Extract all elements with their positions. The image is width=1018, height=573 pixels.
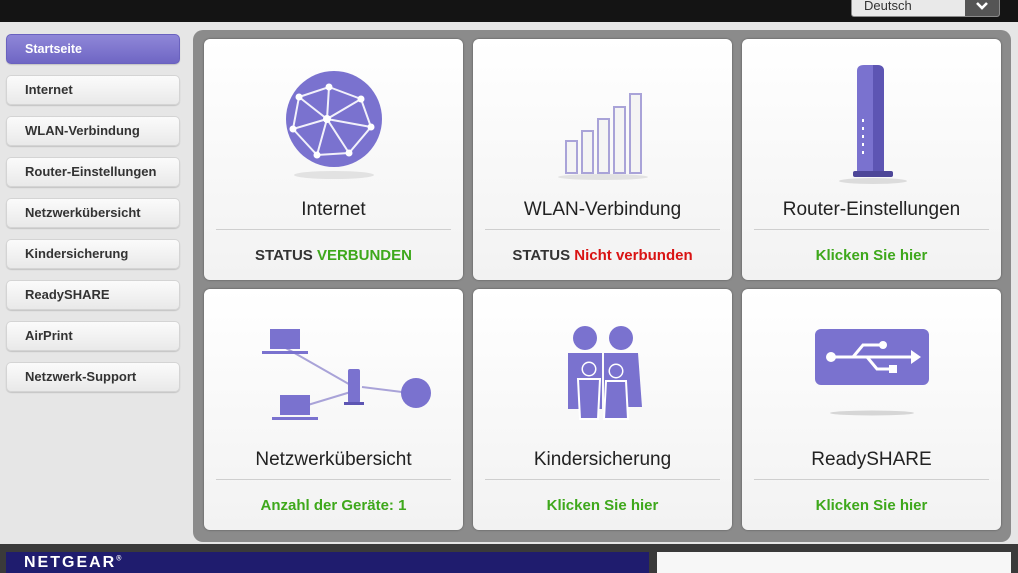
sidebar-item-wlan[interactable]: WLAN-Verbindung — [6, 116, 180, 146]
registered-mark: ® — [116, 555, 122, 563]
footer-panel — [657, 552, 1011, 573]
tile-status: STATUS Nicht verbunden — [473, 247, 732, 264]
tile-readyshare[interactable]: ReadySHARE Klicken Sie hier — [742, 289, 1001, 530]
tile-divider — [754, 479, 989, 480]
tile-divider — [485, 479, 720, 480]
dashboard-panel: Internet STATUS VERBUNDEN WLAN-Verbindun… — [193, 30, 1011, 542]
tile-wlan[interactable]: WLAN-Verbindung STATUS Nicht verbunden — [473, 39, 732, 280]
sidebar-item-parental-controls[interactable]: Kindersicherung — [6, 239, 180, 269]
tile-title: Internet — [301, 199, 366, 220]
tile-link[interactable]: Klicken Sie hier — [473, 497, 732, 514]
tile-status: STATUS VERBUNDEN — [204, 247, 463, 264]
tile-divider — [754, 229, 989, 230]
language-select[interactable]: Deutsch — [851, 0, 1000, 17]
tile-divider — [485, 229, 720, 230]
tile-title: WLAN-Verbindung — [523, 199, 682, 220]
family-icon — [473, 307, 732, 437]
chevron-down-icon[interactable] — [965, 0, 999, 16]
tile-divider — [216, 229, 451, 230]
status-label: STATUS — [512, 247, 571, 264]
tile-divider — [216, 479, 451, 480]
tile-link[interactable]: Klicken Sie hier — [742, 497, 1001, 514]
signal-strength-icon — [473, 57, 732, 187]
top-bar: Deutsch — [0, 0, 1018, 22]
brand-bar: NETGEAR® — [6, 552, 649, 573]
tile-title: Netzwerkübersicht — [255, 449, 412, 470]
tile-link[interactable]: Klicken Sie hier — [742, 247, 1001, 264]
sidebar-item-internet[interactable]: Internet — [6, 75, 180, 105]
sidebar-item-network-map[interactable]: Netzwerkübersicht — [6, 198, 180, 228]
sidebar-item-network-support[interactable]: Netzwerk-Support — [6, 362, 180, 392]
network-map-icon — [204, 307, 463, 437]
sidebar-item-router-settings[interactable]: Router-Einstellungen — [6, 157, 180, 187]
tile-parental-controls[interactable]: Kindersicherung Klicken Sie hier — [473, 289, 732, 530]
device-count[interactable]: Anzahl der Geräte: 1 — [204, 497, 463, 514]
tile-title: Kindersicherung — [533, 449, 672, 470]
tile-internet[interactable]: Internet STATUS VERBUNDEN — [204, 39, 463, 280]
usb-icon — [742, 307, 1001, 437]
language-select-value: Deutsch — [864, 0, 912, 13]
sidebar-item-readyshare[interactable]: ReadySHARE — [6, 280, 180, 310]
globe-icon — [204, 57, 463, 187]
tile-title: ReadySHARE — [811, 449, 932, 470]
netgear-logo: NETGEAR® — [24, 554, 121, 572]
status-value: Nicht verbunden — [574, 247, 693, 264]
sidebar-item-startseite[interactable]: Startseite — [6, 34, 180, 64]
status-value: VERBUNDEN — [316, 247, 412, 264]
sidebar-nav: Startseite Internet WLAN-Verbindung Rout… — [0, 22, 190, 544]
tile-router-settings[interactable]: Router-Einstellungen Klicken Sie hier — [742, 39, 1001, 280]
tile-network-map[interactable]: Netzwerkübersicht Anzahl der Geräte: 1 — [204, 289, 463, 530]
tile-title: Router-Einstellungen — [782, 199, 961, 220]
sidebar-item-airprint[interactable]: AirPrint — [6, 321, 180, 351]
brand-name: NETGEAR — [24, 554, 117, 571]
router-icon — [742, 57, 1001, 187]
footer: NETGEAR® — [0, 544, 1018, 573]
status-label: STATUS — [255, 247, 313, 264]
